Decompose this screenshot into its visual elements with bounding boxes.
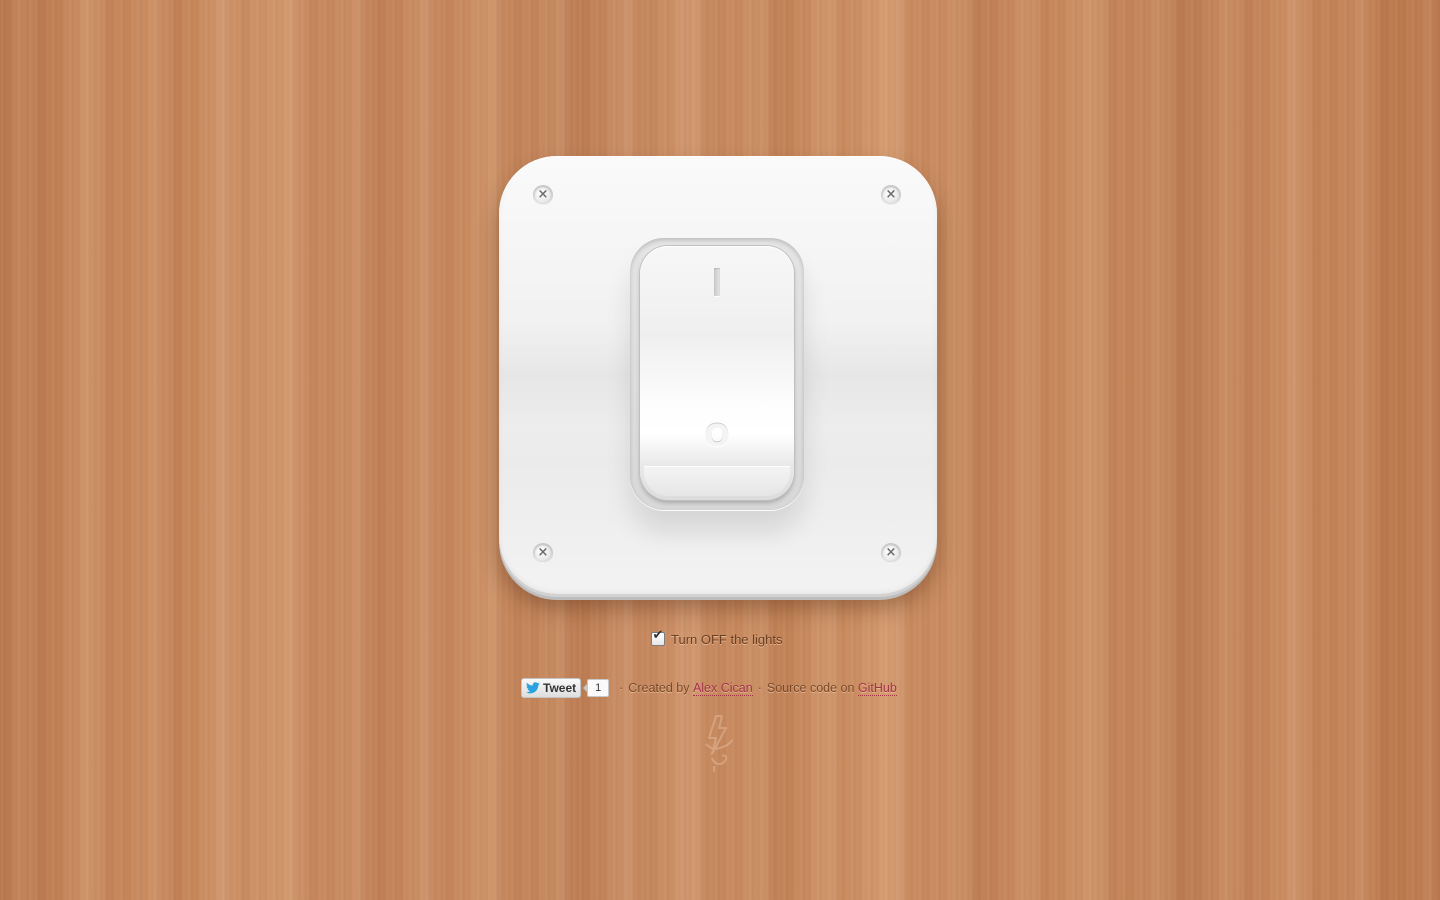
- author-link[interactable]: Alex Cican: [692, 681, 753, 696]
- separator: ·: [757, 681, 762, 695]
- lights-checkbox[interactable]: ✔: [651, 628, 665, 646]
- screw-icon: ×: [534, 544, 552, 562]
- created-by-text: Created by: [628, 681, 690, 695]
- off-mark: O: [704, 419, 730, 454]
- lights-toggle[interactable]: ✔ Turn OFF the lights: [651, 628, 783, 648]
- tweet-count: 1: [583, 679, 610, 697]
- separator: ·: [619, 681, 624, 695]
- screw-icon: ×: [882, 544, 900, 562]
- screw-icon: ×: [882, 186, 900, 204]
- light-switch-rocker[interactable]: O: [640, 246, 794, 500]
- tweet-label: Tweet: [543, 681, 577, 695]
- checkmark-icon: ✔: [652, 628, 664, 643]
- github-link[interactable]: GitHub: [857, 681, 897, 696]
- twitter-bird-icon: [526, 682, 540, 694]
- on-mark: [714, 268, 720, 296]
- lightning-logo-icon: [705, 715, 733, 772]
- lights-toggle-label[interactable]: Turn OFF the lights: [671, 632, 783, 647]
- switch-plate: × × × × O: [499, 156, 937, 594]
- screw-icon: ×: [534, 186, 552, 204]
- tweet-button[interactable]: Tweet: [521, 678, 582, 698]
- rocker-well: O: [630, 238, 804, 510]
- credits-line: Tweet 1 · Created by Alex Cican · Source…: [521, 678, 897, 698]
- source-code-text: Source code on: [766, 681, 855, 695]
